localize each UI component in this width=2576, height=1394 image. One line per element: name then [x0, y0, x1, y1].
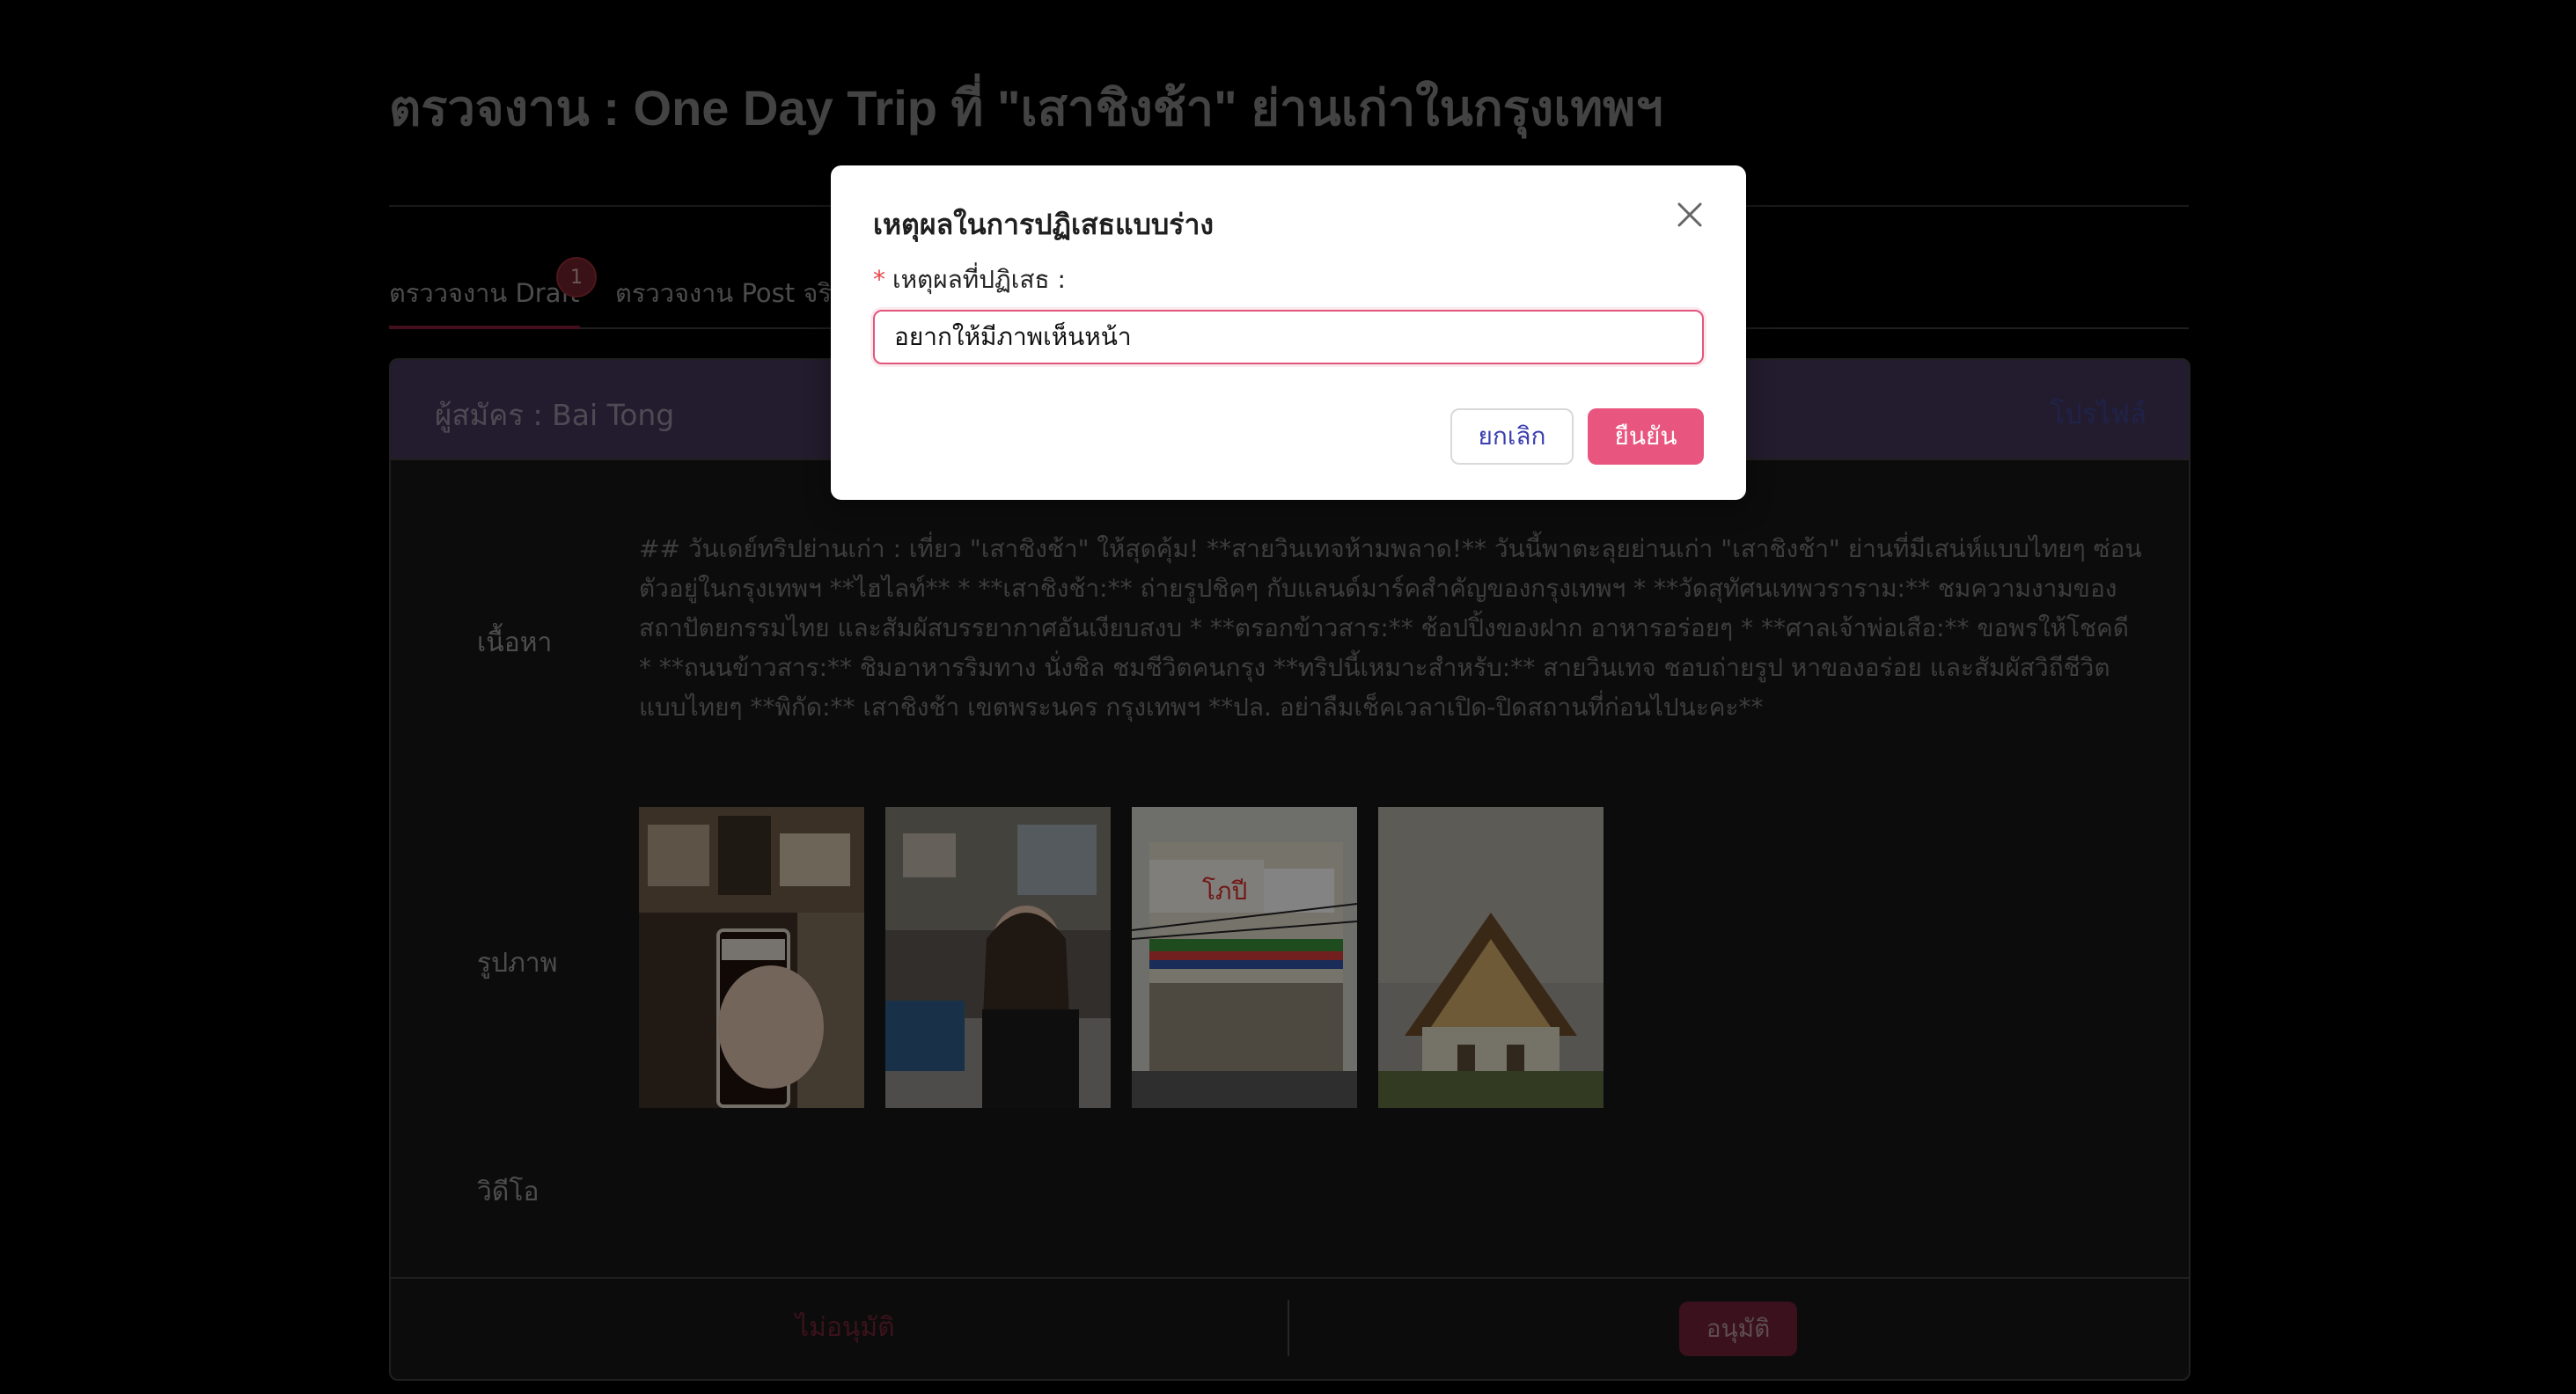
confirm-button[interactable]: ยืนยัน [1588, 408, 1704, 465]
close-icon[interactable] [1674, 199, 1706, 231]
cancel-button[interactable]: ยกเลิก [1450, 408, 1574, 465]
reject-reason-modal: เหตุผลในการปฏิเสธแบบร่าง * เหตุผลที่ปฏิเส… [831, 165, 1746, 500]
reason-input[interactable] [873, 310, 1704, 364]
modal-title: เหตุผลในการปฏิเสธแบบร่าง [873, 208, 1215, 241]
reason-field-label: * เหตุผลที่ปฏิเสธ : [873, 260, 1066, 299]
reason-field-label-text: เหตุผลที่ปฏิเสธ : [892, 265, 1066, 294]
required-mark: * [873, 265, 885, 294]
